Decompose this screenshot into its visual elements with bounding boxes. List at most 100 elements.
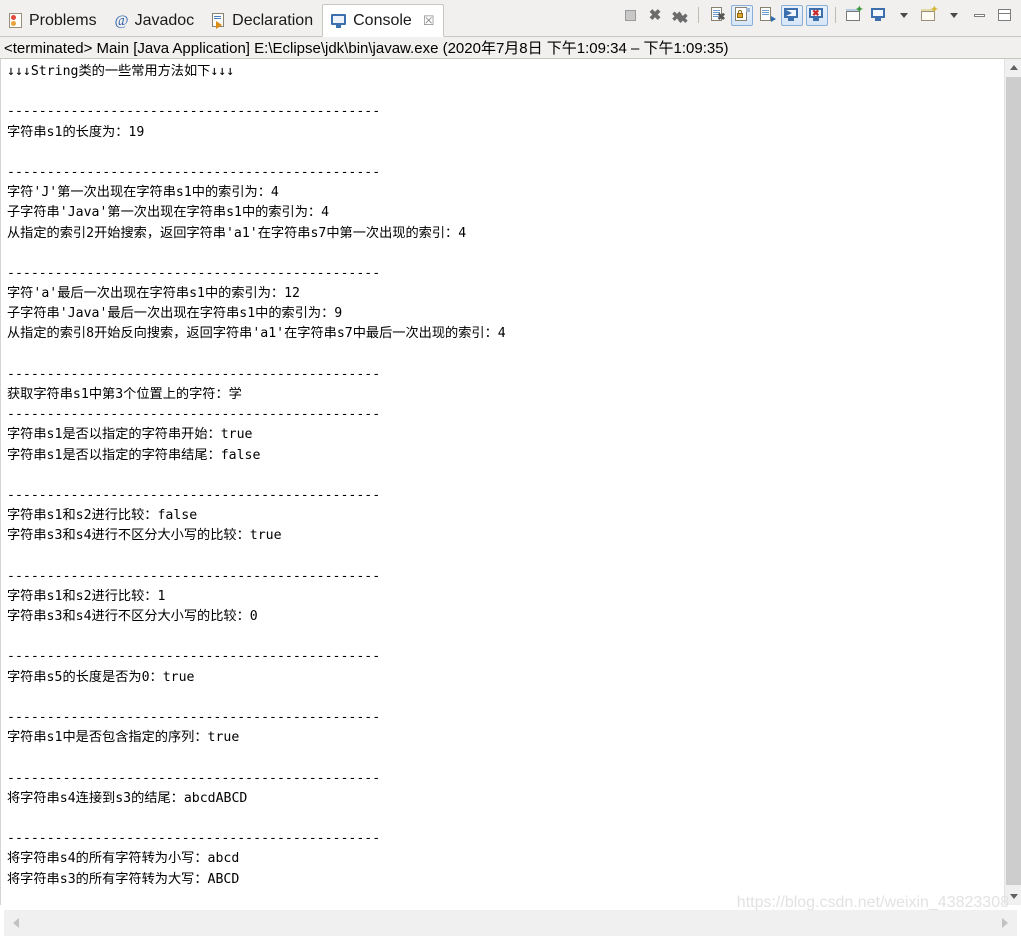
tab-javadoc[interactable]: @ Javadoc [106,6,204,36]
maximize-button[interactable] [993,5,1015,26]
console-icon [331,13,348,29]
console-line: 字符串s1是否以指定的字符串开始：true [7,427,253,443]
open-console-icon: ✦ [921,4,939,23]
horizontal-scrollbar-area [0,905,1021,940]
word-wrap-icon [759,7,776,23]
clear-console-button[interactable]: ✖ [706,5,728,26]
console-view: ↓↓↓String类的一些常用方法如下↓↓↓ -----------------… [0,59,1021,940]
scroll-right-button[interactable] [993,910,1017,936]
console-line: 将字符串s4连接到s3的结尾：abcdABCD [7,790,248,806]
console-line: ----------------------------------------… [7,407,381,423]
console-toolbar: ✖ ✖ ✖ ✖ ✖ ✦ ✦ [619,0,1021,36]
console-line: 子字符串'Java'最后一次出现在字符串s1中的索引为：9 [7,306,343,322]
clear-console-icon: ✖ [710,7,726,23]
process-status-line: <terminated> Main [Java Application] E:\… [0,37,1021,59]
at-icon: @ [114,13,129,29]
console-stdout-icon [784,7,800,23]
console-line: 获取字符串s1中第3个位置上的字符：学 [7,387,242,402]
console-line: 从指定的索引8开始反向搜索，返回字符串'a1'在字符串s7中最后一次出现的索引：… [7,326,506,342]
word-wrap-button[interactable] [756,5,778,26]
console-line: ----------------------------------------… [7,568,381,584]
minimize-button[interactable] [968,5,990,26]
declaration-icon [211,13,227,29]
console-line: ----------------------------------------… [7,104,381,120]
chevron-down-icon-2 [950,12,958,18]
console-line: 字符串s3和s4进行不区分大小写的比较：0 [7,609,258,625]
console-line: ----------------------------------------… [7,710,381,725]
minimize-icon [973,13,985,17]
chevron-down-icon [900,12,908,18]
scroll-up-button[interactable] [1005,59,1021,76]
tab-javadoc-label: Javadoc [134,12,195,29]
scroll-lock-icon [734,7,750,23]
console-line: 字符串s1中是否包含指定的序列：true [7,730,240,746]
remove-launch-button[interactable]: ✖ [644,5,666,26]
scroll-left-button[interactable] [4,910,28,936]
vertical-scroll-thumb[interactable] [1006,77,1021,885]
show-console-on-error-button[interactable]: ✖ [806,4,828,26]
toolbar-separator-1 [698,7,699,23]
console-line: 从指定的索引2开始搜索，返回字符串'a1'在字符串s7中第一次出现的索引：4 [7,225,467,241]
scroll-down-button[interactable] [1005,888,1021,905]
console-line: ----------------------------------------… [7,831,381,847]
pin-console-icon: ✦ [846,4,864,23]
show-console-on-output-button[interactable] [781,4,803,26]
console-line: 子字符串'Java'第一次出现在字符串s1中的索引为：4 [7,205,330,221]
pin-console-button[interactable]: ✦ [843,4,865,26]
console-line: 字符'J'第一次出现在字符串s1中的索引为：4 [7,185,279,201]
tab-console-label: Console [353,11,412,29]
vertical-scrollbar[interactable] [1004,59,1021,905]
console-line: 将字符串s3的所有字符转为大写：ABCD [7,871,240,887]
x-icon: ✖ [648,6,662,24]
console-line: 将字符串s4的所有字符转为小写：abcd [7,851,240,867]
open-console-button[interactable]: ✦ [918,4,940,26]
open-console-menu[interactable] [943,5,965,26]
console-line: ----------------------------------------… [7,487,381,503]
close-icon[interactable]: ☒ [423,13,435,29]
console-line: 字符串s5的长度是否为0：true [7,669,195,685]
display-selected-console-menu[interactable] [893,5,915,26]
tab-list: Problems @ Javadoc Declaration Console ☒ [0,0,445,37]
problems-icon [8,13,24,29]
toolbar-separator-2 [835,7,836,23]
terminate-button[interactable] [619,5,641,26]
view-tab-bar: Problems @ Javadoc Declaration Console ☒ [0,0,1021,37]
console-line: 字符串s1的长度为：19 [7,124,145,140]
scroll-lock-button[interactable] [731,4,753,26]
console-line: 字符串s1和s2进行比较：false [7,508,198,524]
remove-all-terminated-button[interactable]: ✖ ✖ [669,5,691,26]
horizontal-scrollbar[interactable] [3,909,1018,937]
tab-declaration[interactable]: Declaration [203,6,322,36]
tab-declaration-label: Declaration [232,12,314,29]
stop-square-icon [624,9,636,21]
double-x-icon: ✖ ✖ [671,8,689,26]
console-output[interactable]: ↓↓↓String类的一些常用方法如下↓↓↓ -----------------… [0,59,1004,905]
console-line: ----------------------------------------… [7,770,381,786]
display-console-icon [871,7,887,23]
maximize-icon [997,9,1011,21]
console-stderr-icon: ✖ [809,7,825,23]
tab-console[interactable]: Console ☒ [322,4,445,37]
console-line: 字符串s1和s2进行比较：1 [7,588,166,604]
display-selected-console-button[interactable] [868,5,890,26]
console-line: 字符串s3和s4进行不区分大小写的比较：true [7,528,282,544]
console-line: ----------------------------------------… [7,265,381,281]
console-line: 字符串s1是否以指定的字符串结尾：false [7,447,261,463]
console-line: 字符'a'最后一次出现在字符串s1中的索引为：12 [7,286,300,302]
tab-problems-label: Problems [29,12,97,29]
console-line: ----------------------------------------… [7,164,381,180]
tab-problems[interactable]: Problems [0,6,106,36]
console-line: ----------------------------------------… [7,366,381,382]
console-line: ↓↓↓String类的一些常用方法如下↓↓↓ [7,64,235,79]
